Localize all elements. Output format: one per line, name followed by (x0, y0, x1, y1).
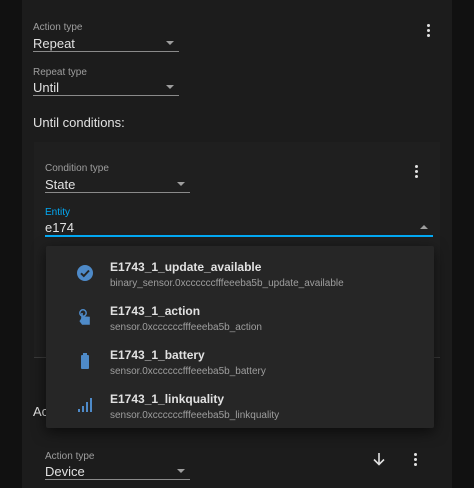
suggestion-name: E1743_1_battery (110, 348, 205, 362)
list-item[interactable]: E1743_1_battery sensor.0xccccccfffeeeba5… (46, 338, 434, 382)
until-conditions-heading: Until conditions: (33, 115, 125, 130)
action-menu-button[interactable] (422, 23, 436, 39)
suggestion-entity-id: sensor.0xccccccfffeeeba5b_battery (110, 366, 266, 377)
suggestion-entity-id: sensor.0xccccccfffeeeba5b_action (110, 322, 262, 333)
action-type-value: Repeat (33, 36, 75, 51)
chevron-down-icon (177, 469, 185, 473)
condition-menu-button[interactable] (410, 164, 424, 180)
list-item[interactable]: E1743_1_linkquality sensor.0xccccccfffee… (46, 382, 434, 426)
condition-type-value: State (45, 177, 76, 192)
repeat-type-label: Repeat type (33, 67, 87, 78)
repeat-type-underline (33, 95, 179, 96)
condition-type-label: Condition type (45, 163, 109, 174)
suggestion-name: E1743_1_update_available (110, 260, 262, 274)
next-action-type-select[interactable]: Device (45, 462, 190, 480)
chevron-up-icon[interactable] (420, 225, 428, 229)
entity-input-value: e174 (45, 220, 74, 235)
suggestion-entity-id: sensor.0xccccccfffeeeba5b_linkquality (110, 410, 280, 421)
condition-type-select[interactable]: State (45, 175, 190, 193)
repeat-type-select[interactable]: Until (33, 78, 179, 96)
action-type-select[interactable]: Repeat (33, 34, 179, 52)
next-action-type-label: Action type (45, 451, 95, 462)
next-action-type-underline (45, 479, 190, 480)
check-circle-icon (77, 265, 93, 281)
suggestion-name: E1743_1_action (110, 304, 201, 318)
gesture-tap-icon (79, 309, 90, 325)
action-type-underline (33, 51, 179, 52)
list-item[interactable]: E1743_1_update_available binary_sensor.0… (46, 250, 434, 294)
suggestion-entity-id: binary_sensor.0xccccccfffeeeba5b_update_… (110, 278, 344, 289)
chevron-down-icon (166, 85, 174, 89)
list-item[interactable]: E1743_1_action sensor.0xccccccfffeeeba5b… (46, 294, 434, 338)
chevron-down-icon (166, 41, 174, 45)
condition-type-underline (45, 192, 190, 193)
repeat-type-value: Until (33, 80, 60, 95)
signal-icon (78, 398, 92, 412)
entity-suggestions: E1743_1_update_available binary_sensor.0… (46, 246, 434, 428)
chevron-down-icon (177, 182, 185, 186)
suggestion-name: E1743_1_linkquality (110, 392, 225, 406)
action-type-label: Action type (33, 22, 83, 33)
entity-input[interactable]: e174 (45, 218, 433, 236)
entity-label: Entity (45, 207, 71, 218)
battery-icon (81, 353, 89, 369)
arrow-down-icon (373, 453, 385, 466)
next-action-menu-button[interactable] (409, 452, 423, 468)
entity-input-underline (45, 235, 433, 237)
move-down-button[interactable] (371, 451, 387, 467)
next-action-type-value: Device (45, 464, 85, 479)
